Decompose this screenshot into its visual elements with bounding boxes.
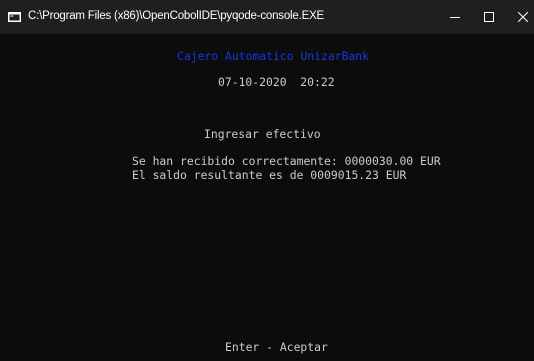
console-output[interactable]: Cajero Automatico UnizarBank 07-10-2020 … <box>0 34 534 361</box>
footer-prompt: Enter - Aceptar <box>225 340 328 354</box>
window-title: C:\Program Files (x86)\OpenCobolIDE\pyqo… <box>28 10 325 22</box>
maximize-icon <box>484 12 494 22</box>
console-icon <box>8 12 21 22</box>
minimize-icon <box>450 17 460 18</box>
maximize-button[interactable] <box>472 0 506 34</box>
date-time: 07-10-2020 20:22 <box>218 75 335 89</box>
title-bar[interactable]: C:\Program Files (x86)\OpenCobolIDE\pyqo… <box>0 0 534 34</box>
operation-title: Ingresar efectivo <box>204 127 321 141</box>
console-window: C:\Program Files (x86)\OpenCobolIDE\pyqo… <box>0 0 534 361</box>
received-message: Se han recibido correctamente: 0000030.0… <box>132 154 441 168</box>
balance-message: El saldo resultante es de 0009015.23 EUR <box>132 168 407 182</box>
bank-title: Cajero Automatico UnizarBank <box>177 49 370 63</box>
close-button[interactable] <box>506 0 534 34</box>
close-icon <box>518 12 528 22</box>
minimize-button[interactable] <box>438 0 472 34</box>
